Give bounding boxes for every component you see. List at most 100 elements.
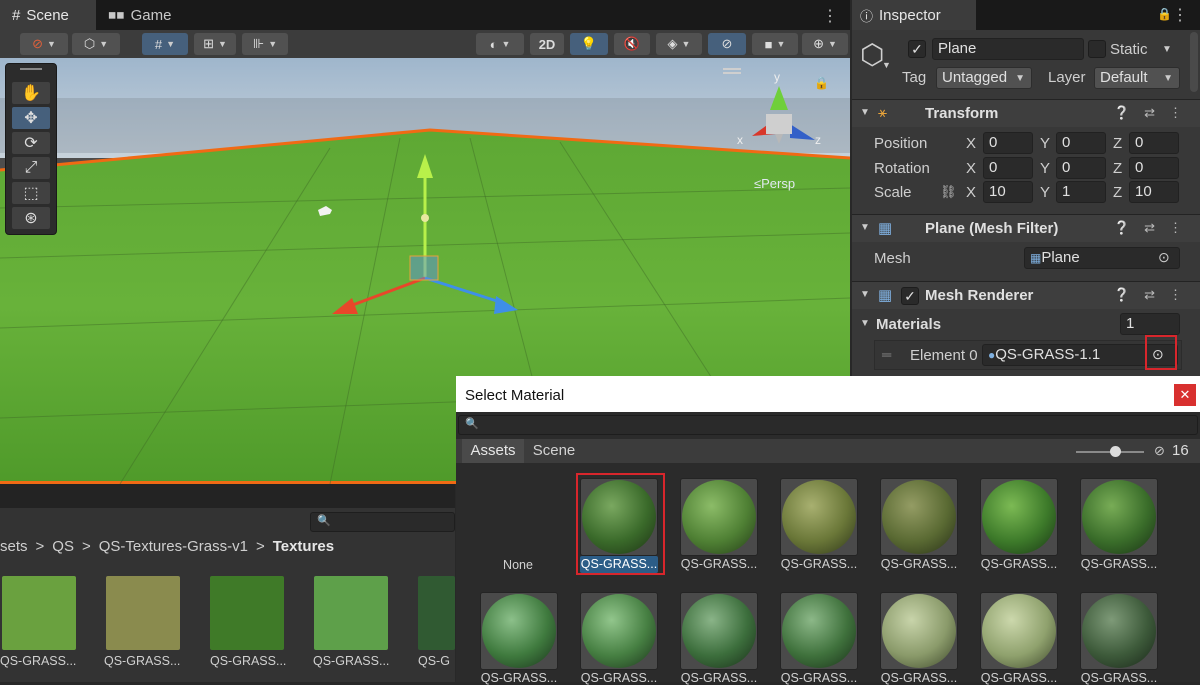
position-x-field[interactable]: 0 <box>983 132 1033 154</box>
shading-mode-button[interactable]: ◐ ▼ <box>476 33 524 55</box>
material-item[interactable] <box>580 592 658 670</box>
tab-scene[interactable]: Scene <box>524 439 584 463</box>
foldout-arrow-icon[interactable]: ▼ <box>860 289 870 300</box>
position-z-field[interactable]: 0 <box>1129 132 1179 154</box>
component-menu-icon[interactable]: ⋮ <box>1169 220 1182 236</box>
mesh-filter-header[interactable]: ▼ ▦ Plane (Mesh Filter) ❔ ⇄ ⋮ <box>852 214 1200 242</box>
material-item[interactable] <box>1080 478 1158 556</box>
material-search-input[interactable]: 🔍 <box>458 415 1198 435</box>
zoom-slider-handle[interactable] <box>1110 446 1121 457</box>
rect-tool-button[interactable]: ⬚ <box>12 182 50 204</box>
component-menu-icon[interactable]: ⋮ <box>1169 105 1182 121</box>
breadcrumb-item[interactable]: QS <box>52 538 74 558</box>
hand-tool-button[interactable]: ✋ <box>12 82 50 104</box>
presets-icon[interactable]: ⇄ <box>1144 105 1155 121</box>
presets-icon[interactable]: ⇄ <box>1144 220 1155 236</box>
mesh-field[interactable]: ▦Plane <box>1024 247 1180 269</box>
project-search-input[interactable]: 🔍 <box>310 512 455 532</box>
breadcrumb-item[interactable]: QS-Textures-Grass-v1 <box>99 538 248 558</box>
snap-increment-button[interactable]: ⊞ ▼ <box>194 33 236 55</box>
chevron-down-icon[interactable]: ▼ <box>882 60 891 70</box>
tab-scene[interactable]: # Scene <box>0 0 96 30</box>
material-item[interactable] <box>780 592 858 670</box>
foldout-arrow-icon[interactable]: ▼ <box>860 107 870 118</box>
object-name-field[interactable]: Plane <box>932 38 1084 60</box>
presets-icon[interactable]: ⇄ <box>1144 287 1155 303</box>
rotation-y-field[interactable]: 0 <box>1056 157 1106 179</box>
transform-header[interactable]: ▼ ⚹ Transform ❔ ⇄ ⋮ <box>852 99 1200 127</box>
material-item[interactable] <box>880 592 958 670</box>
mesh-renderer-header[interactable]: ▼ ▦ ✓ Mesh Renderer ❔ ⇄ ⋮ <box>852 281 1200 309</box>
2d-toggle-button[interactable]: 2D <box>530 33 564 55</box>
foldout-arrow-icon[interactable]: ▼ <box>860 318 870 329</box>
help-icon[interactable]: ❔ <box>1114 220 1130 236</box>
eye-slash-icon[interactable]: ⊘ <box>1154 443 1165 459</box>
lock-icon[interactable]: 🔒 <box>1157 7 1172 21</box>
breadcrumb-item[interactable]: sets <box>0 538 28 558</box>
material-item[interactable] <box>680 592 758 670</box>
material-item[interactable] <box>980 478 1058 556</box>
cube-icon: ⬡ <box>83 36 96 51</box>
hidden-objects-button[interactable]: ⊘ <box>708 33 746 55</box>
lighting-toggle-button[interactable]: 💡 <box>570 33 608 55</box>
grid-snap-button[interactable]: # ▼ <box>142 33 188 55</box>
static-checkbox[interactable] <box>1088 40 1106 58</box>
active-checkbox[interactable]: ✓ <box>908 40 926 58</box>
material-item[interactable] <box>480 592 558 670</box>
rotate-tool-button[interactable]: ⟳ <box>12 132 50 154</box>
audio-toggle-button[interactable]: 🔇 <box>614 33 650 55</box>
layer-dropdown[interactable]: Default ▼ <box>1094 67 1180 89</box>
layer-value: Default <box>1100 69 1148 86</box>
more-menu-icon[interactable]: ⋮ <box>822 6 838 26</box>
ruler-button[interactable]: ⊪ ▼ <box>242 33 288 55</box>
tab-assets[interactable]: Assets <box>462 439 524 463</box>
texture-thumbnail[interactable] <box>210 576 284 650</box>
help-icon[interactable]: ❔ <box>1114 105 1130 121</box>
scale-tool-button[interactable]: ⤢ <box>12 157 50 179</box>
material-item[interactable] <box>980 592 1058 670</box>
lock-icon[interactable]: 🔒 <box>814 76 829 90</box>
foldout-arrow-icon[interactable]: ▼ <box>860 222 870 233</box>
scale-z-field[interactable]: 10 <box>1129 181 1179 203</box>
rotation-x-field[interactable]: 0 <box>983 157 1033 179</box>
camera-button[interactable]: ■ ▼ <box>752 33 798 55</box>
render-mode-button[interactable]: ⬡ ▼ <box>72 33 120 55</box>
effects-button[interactable]: ◈ ▼ <box>656 33 702 55</box>
materials-count-field[interactable]: 1 <box>1120 313 1180 335</box>
materials-label[interactable]: Materials <box>876 316 941 333</box>
texture-thumbnail[interactable] <box>106 576 180 650</box>
reorder-handle-icon[interactable]: ═ <box>882 347 891 362</box>
texture-thumbnail[interactable] <box>2 576 76 650</box>
help-icon[interactable]: ❔ <box>1114 287 1130 303</box>
material-item[interactable] <box>880 478 958 556</box>
tab-game[interactable]: ◼◼ Game <box>96 0 186 30</box>
axis-z-label: Z <box>1113 160 1123 177</box>
material-item[interactable] <box>1080 592 1158 670</box>
position-y-field[interactable]: 0 <box>1056 132 1106 154</box>
tag-dropdown[interactable]: Untagged ▼ <box>936 67 1032 89</box>
close-button[interactable]: ✕ <box>1174 384 1196 406</box>
object-picker-icon[interactable]: ⊙ <box>1158 249 1170 266</box>
gizmos-button[interactable]: ⊕ ▼ <box>802 33 848 55</box>
rotation-z-field[interactable]: 0 <box>1129 157 1179 179</box>
draw-mode-button[interactable]: ⊘ ▼ <box>20 33 68 55</box>
tab-inspector[interactable]: ⓘ Inspector <box>852 0 976 30</box>
material-item[interactable] <box>780 478 858 556</box>
perspective-label[interactable]: ≤Persp <box>754 176 795 191</box>
component-menu-icon[interactable]: ⋮ <box>1169 287 1182 303</box>
renderer-enabled-checkbox[interactable]: ✓ <box>901 287 919 305</box>
more-menu-icon[interactable]: ⋮ <box>1172 5 1188 25</box>
texture-thumbnail[interactable] <box>418 576 455 650</box>
link-icon[interactable]: ⛓ <box>940 184 957 200</box>
gameobject-cube-icon[interactable]: ⬡ <box>860 38 884 71</box>
drag-handle[interactable] <box>20 68 42 70</box>
transform-tool-button[interactable]: ⊛ <box>12 207 50 229</box>
scale-x-field[interactable]: 10 <box>983 181 1033 203</box>
none-option[interactable]: None <box>468 558 568 572</box>
texture-thumbnail[interactable] <box>314 576 388 650</box>
static-dropdown-icon[interactable]: ▼ <box>1162 44 1172 55</box>
scale-y-field[interactable]: 1 <box>1056 181 1106 203</box>
material-item[interactable] <box>680 478 758 556</box>
move-tool-button[interactable]: ✥ <box>12 107 50 129</box>
inspector-scrollbar[interactable] <box>1190 32 1198 92</box>
